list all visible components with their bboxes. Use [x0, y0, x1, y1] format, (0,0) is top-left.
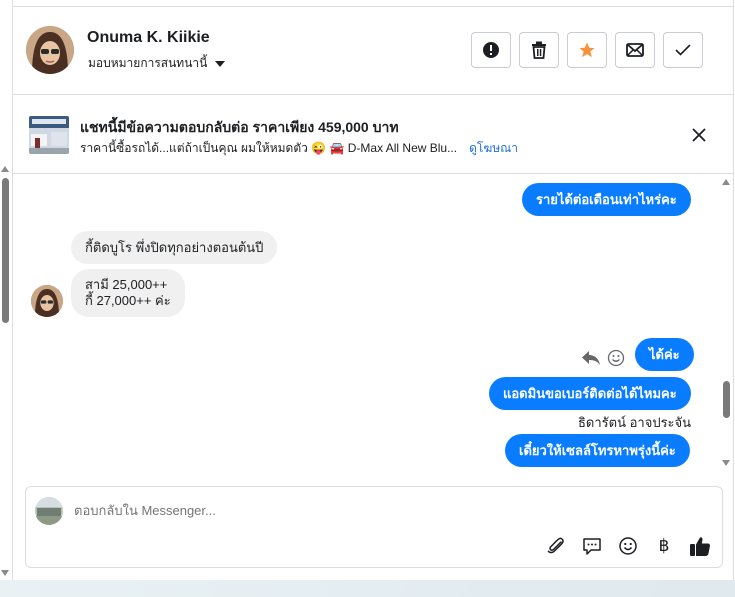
- alert-circle-icon: [483, 42, 499, 58]
- scroll-thumb[interactable]: [2, 178, 9, 323]
- message-incoming[interactable]: กี้ติดบูโร พึ่งปิดทุกอย่างตอนต้นปี: [71, 231, 278, 264]
- reply-icon[interactable]: [581, 350, 601, 366]
- page-footer-band: [0, 580, 735, 597]
- thread-scrollbar[interactable]: [721, 176, 733, 470]
- scroll-up-arrow-icon[interactable]: [1, 166, 9, 172]
- trash-icon: [532, 41, 546, 59]
- scroll-up-arrow-icon[interactable]: [722, 179, 730, 185]
- smiley-icon: [619, 537, 637, 555]
- message-outgoing[interactable]: รายได้ต่อเดือนเท่าไหร่คะ: [522, 183, 691, 216]
- caret-down-icon: [215, 60, 226, 67]
- star-button[interactable]: [567, 32, 607, 68]
- baht-icon: ฿: [658, 536, 670, 556]
- close-ad-button[interactable]: [688, 124, 710, 146]
- scroll-down-arrow-icon[interactable]: [1, 570, 9, 576]
- saved-replies-button[interactable]: [580, 534, 604, 558]
- composer-toolbar: ฿: [544, 534, 712, 558]
- delete-button[interactable]: [519, 32, 559, 68]
- scroll-down-arrow-icon[interactable]: [722, 460, 730, 466]
- conversation-header: Onuma K. Kiikie มอบหมายการสนทนานี้: [13, 7, 733, 95]
- panel-border-right: [733, 0, 734, 580]
- thumbs-up-icon: [690, 537, 710, 556]
- mark-unread-button[interactable]: [615, 32, 655, 68]
- envelope-icon: [626, 43, 644, 57]
- message-thread[interactable]: รายได้ต่อเดือนเท่าไหร่คะ กี้ติดบูโร พึ่ง…: [13, 175, 719, 472]
- message-line: สามี 25,000++: [85, 277, 168, 292]
- view-ad-link[interactable]: ดูโฆษณา: [469, 139, 518, 158]
- chat-bubble-icon: [583, 538, 601, 555]
- reply-input[interactable]: [74, 503, 674, 518]
- message-outgoing[interactable]: แอดมินขอเบอร์ติดต่อได้ไหมคะ: [489, 377, 691, 410]
- message-incoming[interactable]: สามี 25,000++ กี้ 27,000++ ค่ะ: [71, 269, 185, 317]
- assign-conversation-dropdown[interactable]: มอบหมายการสนทนานี้: [88, 54, 226, 73]
- sender-name: ธิดารัตน์ อาจประจัน: [578, 415, 692, 430]
- paperclip-icon: [547, 537, 564, 554]
- message-outgoing[interactable]: เดี๋ยวให้เซลล์โทรหาพรุ่งนี้ค่ะ: [505, 434, 690, 467]
- reply-composer: ฿: [25, 486, 723, 568]
- contact-avatar[interactable]: [26, 26, 74, 74]
- spam-button[interactable]: [471, 32, 511, 68]
- like-button[interactable]: [688, 534, 712, 558]
- page-avatar: [35, 497, 63, 525]
- done-button[interactable]: [663, 32, 703, 68]
- inbox-conversation-panel: Onuma K. Kiikie มอบหมายการสนทนานี้ แชทนี…: [0, 0, 735, 597]
- close-icon: [692, 128, 706, 142]
- emoji-react-icon[interactable]: [607, 349, 625, 367]
- scroll-thumb[interactable]: [723, 381, 730, 418]
- ad-subtitle: ราคานี้ซื้อรถได้...แต่ถ้าเป็นคุณ ผมให้หม…: [80, 141, 458, 155]
- check-icon: [675, 44, 691, 56]
- ad-title: แชทนี้มีข้อความตอบกลับต่อ ราคาเพียง 459,…: [80, 119, 399, 135]
- ad-thumbnail[interactable]: [29, 116, 69, 154]
- payment-button[interactable]: ฿: [652, 534, 676, 558]
- contact-avatar-small: [31, 285, 63, 317]
- contact-name[interactable]: Onuma K. Kiikie: [87, 29, 210, 47]
- page-scrollbar[interactable]: [0, 163, 12, 578]
- attach-button[interactable]: [544, 534, 568, 558]
- message-outgoing[interactable]: ได้ค่ะ: [635, 338, 694, 371]
- assign-label: มอบหมายการสนทนานี้: [88, 56, 208, 70]
- ad-context-bar: แชทนี้มีข้อความตอบกลับต่อ ราคาเพียง 459,…: [13, 96, 733, 174]
- star-icon: [579, 42, 595, 58]
- emoji-button[interactable]: [616, 534, 640, 558]
- ad-subtitle-row: ราคานี้ซื้อรถได้...แต่ถ้าเป็นคุณ ผมให้หม…: [80, 139, 518, 158]
- message-line: กี้ 27,000++ ค่ะ: [85, 293, 171, 308]
- message-actions: [581, 349, 625, 367]
